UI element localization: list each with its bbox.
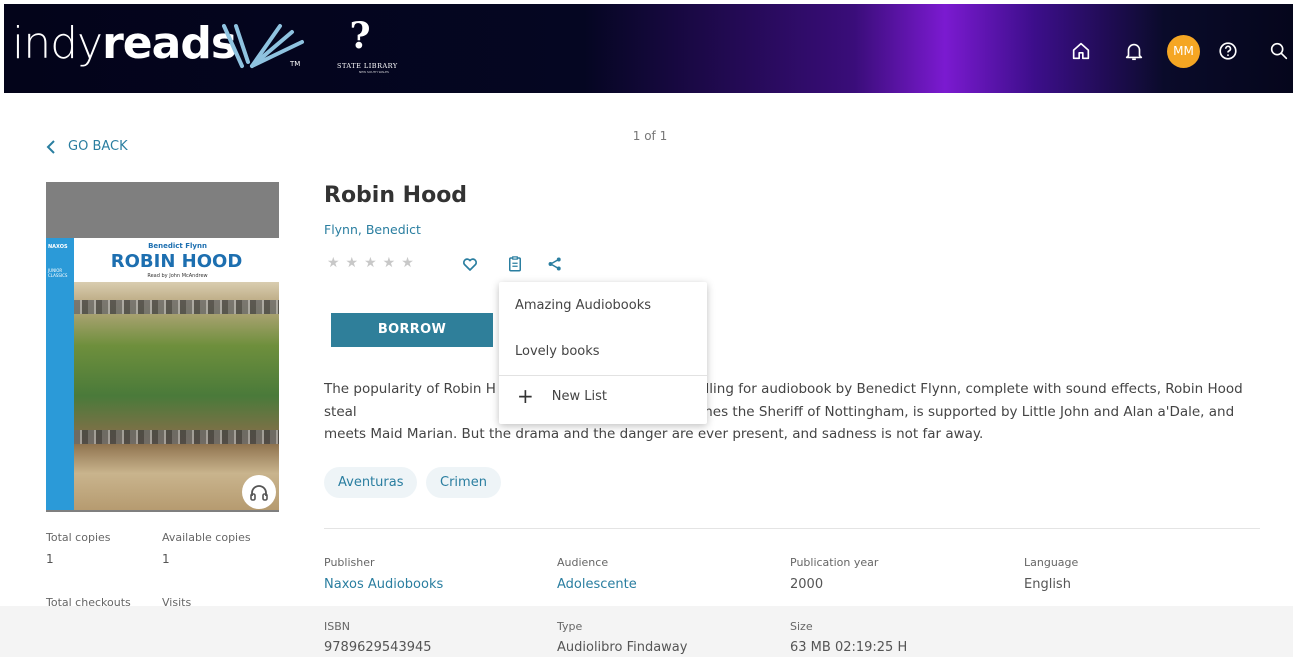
logo-text-bold: reads [102,18,237,69]
audience-link[interactable]: Adolescente [557,577,637,592]
borrow-button[interactable]: BORROW [331,313,493,347]
isbn-value: 9789629543945 [324,640,432,655]
state-library-glyph-icon: ? [349,15,371,57]
size-value: 63 MB 02:19:25 H [790,640,908,655]
state-library-name: STATE LIBRARY [337,62,398,70]
result-pager: 1 of 1 [632,129,668,143]
home-icon[interactable] [1070,40,1092,62]
stat-value: 1 [46,552,54,566]
go-back-link[interactable]: GO BACK [46,139,128,154]
trademark-label: TM [290,60,301,68]
type-value: Audiolibro Findaway [557,640,688,655]
book-cover[interactable]: NAXOS JUNIOR CLASSICS Benedict Flynn ROB… [46,182,279,512]
rating-stars[interactable]: ★★★★★ [327,255,420,271]
new-list-label: New List [551,388,607,404]
stat-label: Available copies [162,531,251,544]
publisher-label: Publisher [324,556,375,569]
indyreads-logo[interactable]: indyreads [12,18,237,70]
tag-aventuras[interactable]: Aventuras [324,467,418,498]
audiobook-badge [242,475,276,509]
cover-illustration [74,282,279,510]
type-label: Type [557,620,583,633]
list-item-amazing-audiobooks[interactable]: Amazing Audiobooks [515,298,651,313]
add-to-list-clipboard-icon[interactable] [506,255,524,273]
tag-crimen[interactable]: Crimen [426,467,501,498]
notifications-bell-icon[interactable] [1123,40,1145,62]
section-divider [324,528,1260,529]
stat-label: Total copies [46,531,111,544]
cover-narrator: Read by John McAndrew [147,273,208,279]
isbn-label: ISBN [324,620,351,633]
language-label: Language [1024,556,1079,569]
stat-available-copies: Available copies 1 [162,531,282,566]
book-description: The popularity of Robin H bright re-tell… [324,381,1243,442]
state-library-sub: NEW SOUTH WALES [359,70,389,74]
user-avatar[interactable]: MM [1167,35,1200,68]
chevron-left-icon [46,139,55,154]
language-value: English [1024,577,1071,592]
list-item-lovely-books[interactable]: Lovely books [515,344,600,359]
logo-text-light: indy [12,18,103,69]
size-label: Size [790,620,813,633]
plus-icon: + [517,384,534,408]
state-library-logo[interactable]: ? STATE LIBRARY NEW SOUTH WALES [337,18,427,76]
cover-title: ROBIN HOOD [110,251,243,272]
publication-year-value: 2000 [790,577,824,592]
add-to-list-menu: Amazing Audiobooks Lovely books + New Li… [499,282,707,424]
new-list-button[interactable]: + New List [517,384,607,408]
search-icon[interactable] [1268,40,1290,62]
menu-divider [499,375,707,376]
publication-year-label: Publication year [790,556,879,569]
publisher-link[interactable]: Naxos Audiobooks [324,577,443,592]
share-icon[interactable] [546,255,564,273]
favorite-heart-icon[interactable] [461,255,479,273]
help-icon[interactable] [1217,40,1239,62]
cover-author: Benedict Flynn [148,242,207,250]
stat-total-copies: Total copies 1 [46,531,166,566]
author-link[interactable]: Flynn, Benedict [324,222,421,237]
cover-frieze-top [74,300,279,314]
go-back-label: GO BACK [68,139,128,154]
stat-value: 1 [162,552,170,566]
audience-label: Audience [557,556,609,569]
book-title: Robin Hood [324,183,468,208]
headphones-icon [250,485,268,501]
cover-frieze-bottom [74,430,279,444]
top-bar: indyreads TM ? STATE LIBRARY NEW SOUTH W… [4,4,1293,93]
